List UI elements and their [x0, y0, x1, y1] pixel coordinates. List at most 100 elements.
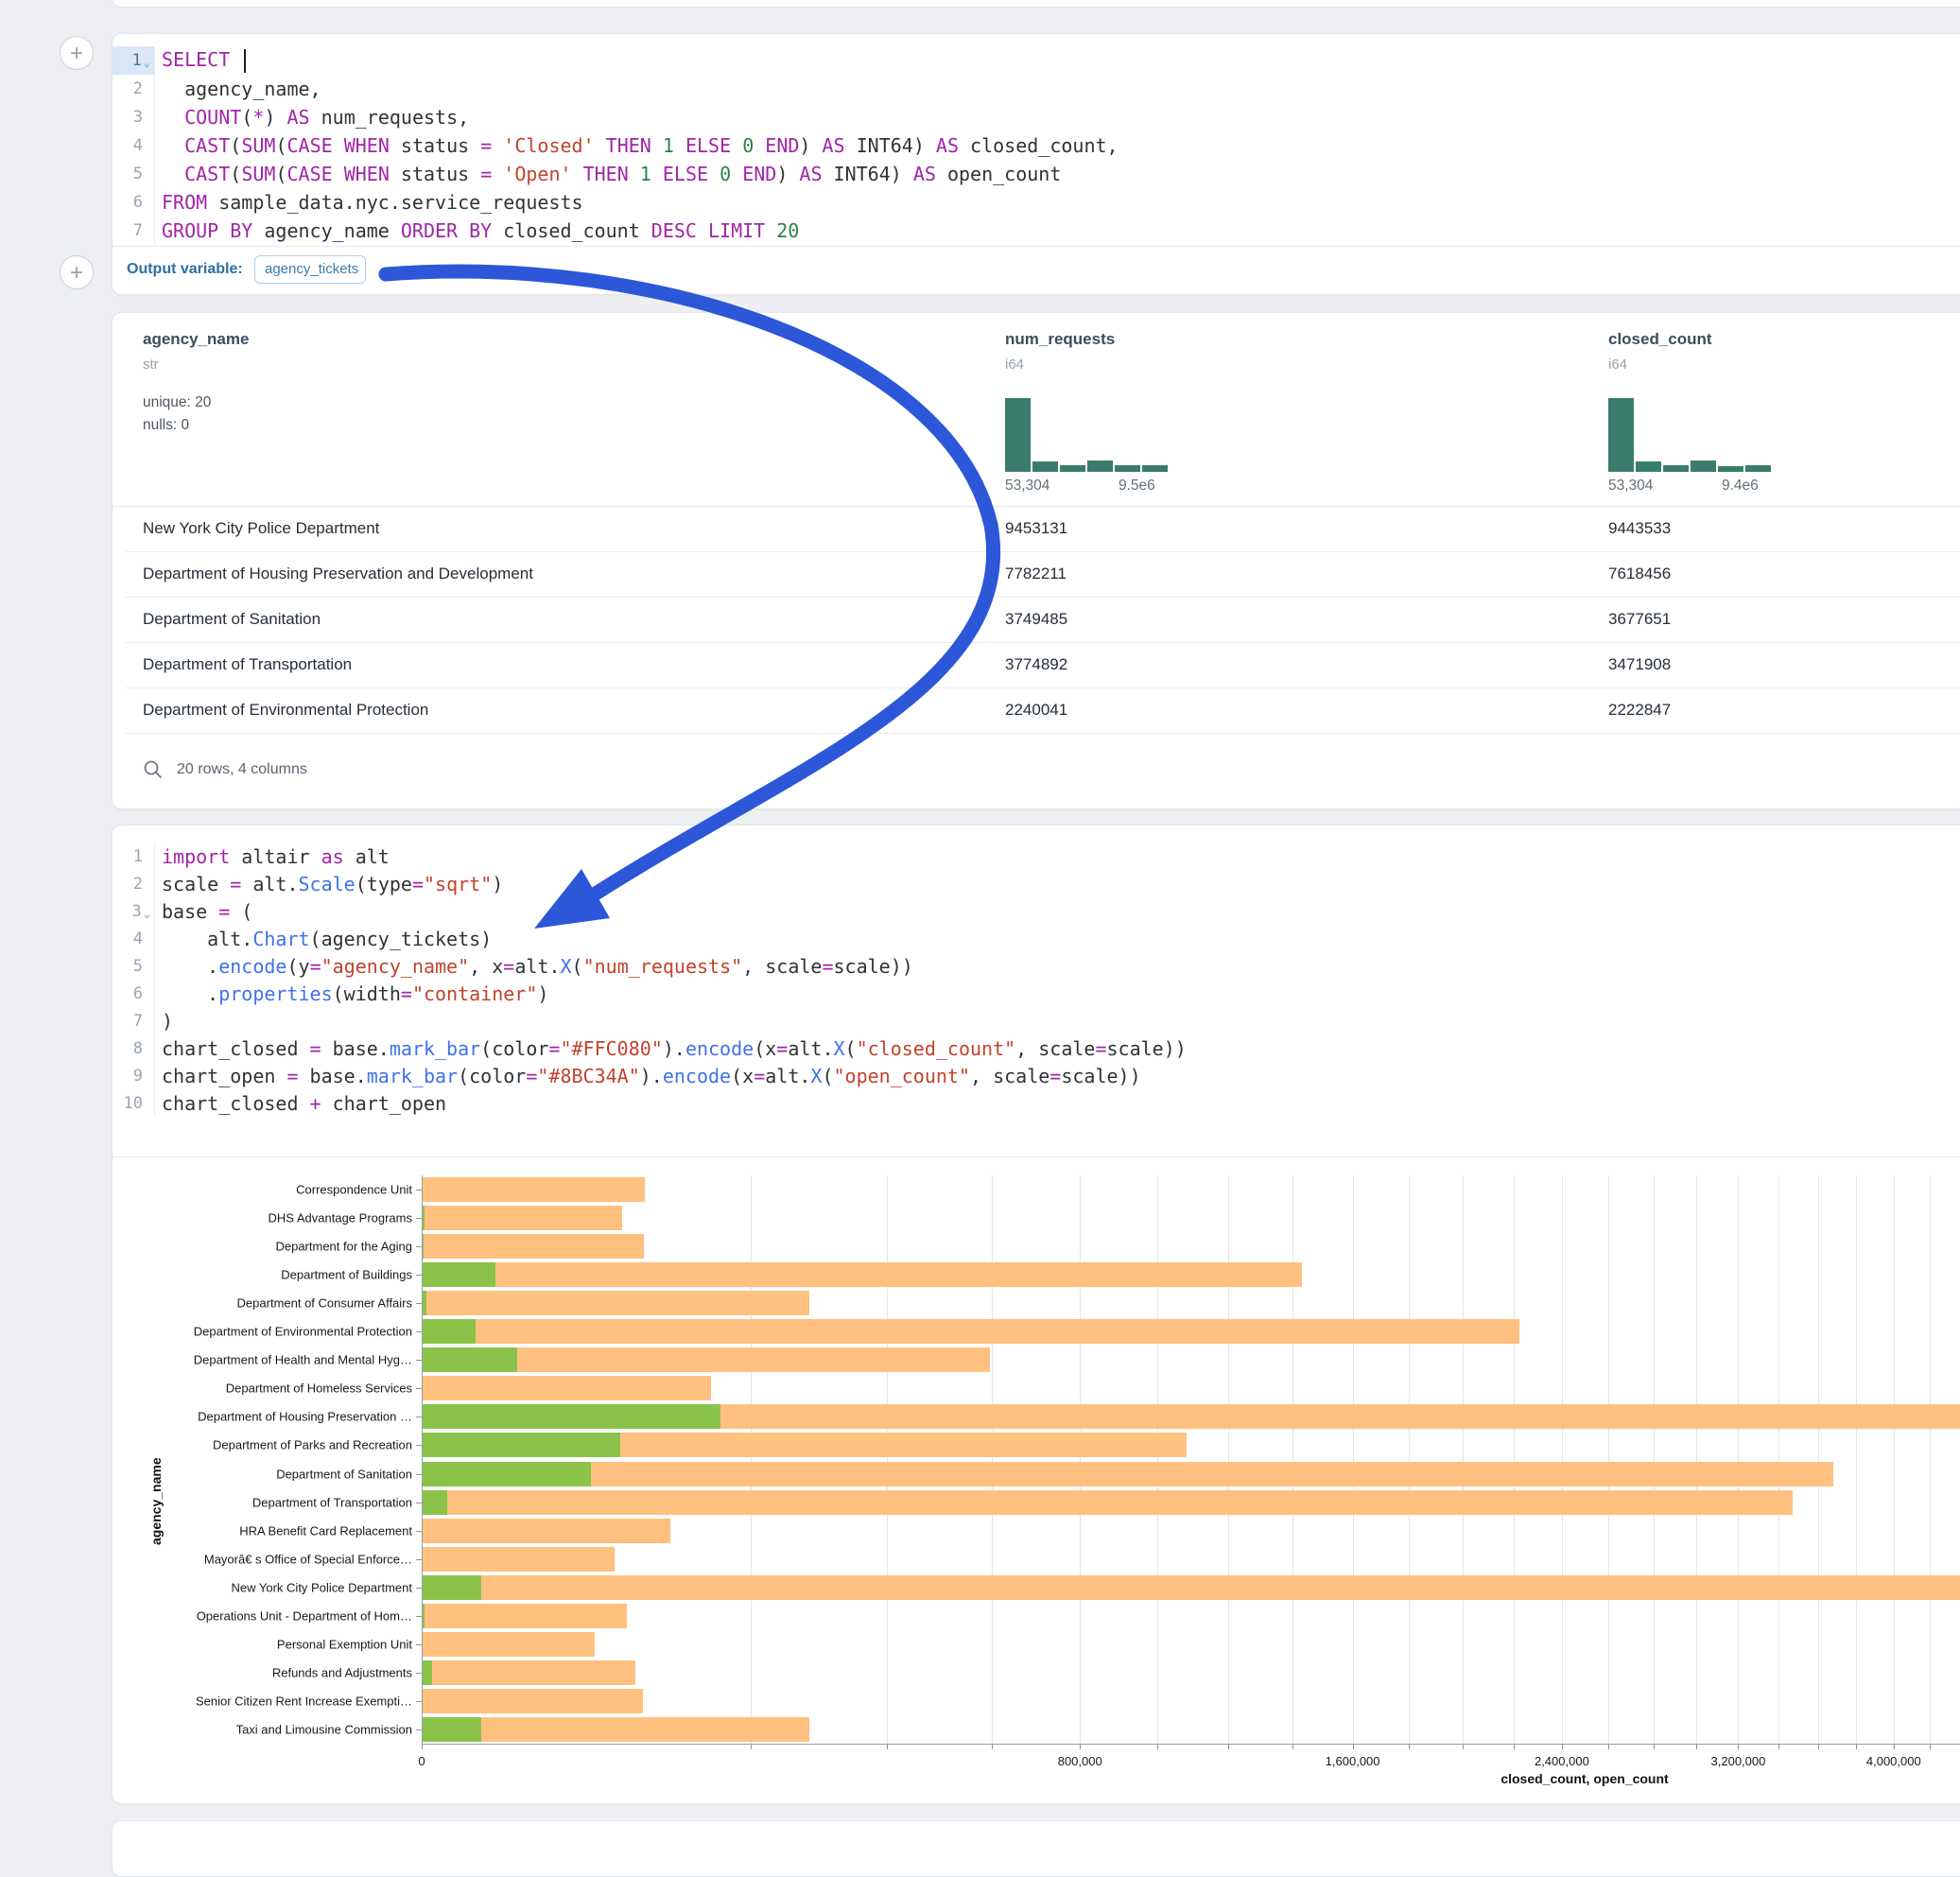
column-header-agency-name[interactable]: agency_name	[143, 330, 249, 349]
fold-chevron-down-icon[interactable]: ⌄	[144, 56, 150, 69]
closed-count-bar	[423, 1490, 1793, 1515]
line-number: 3⌄	[113, 897, 155, 925]
code-line-4[interactable]: 4 CAST(SUM(CASE WHEN status = 'Closed' T…	[113, 131, 1960, 160]
open-count-bar	[423, 1575, 481, 1600]
code-line-1[interactable]: 1import altair as alt	[113, 843, 1960, 870]
code-line-4[interactable]: 4 alt.Chart(agency_tickets)	[113, 925, 1960, 952]
histogram-max-label-closed-count: 9.4e6	[1722, 478, 1759, 495]
y-axis-label: Department of Sanitation	[113, 1467, 412, 1481]
x-gridline	[1894, 1175, 1895, 1744]
line-number: 1	[113, 843, 155, 870]
cell-closed-count: 2222847	[1608, 701, 1671, 720]
code-text: import altair as alt	[155, 845, 390, 868]
histogram-bar	[1087, 461, 1113, 472]
column-header-num-requests[interactable]: num_requests	[1005, 330, 1115, 349]
closed-count-bar	[423, 1319, 1519, 1344]
text-cursor	[244, 49, 246, 73]
y-axis-label: Senior Citizen Rent Increase Exempti…	[113, 1694, 412, 1708]
open-count-bar	[423, 1462, 591, 1486]
code-text: CAST(SUM(CASE WHEN status = 'Open' THEN …	[155, 163, 1061, 185]
code-line-7[interactable]: 7GROUP BY agency_name ORDER BY closed_co…	[113, 217, 1960, 245]
add-cell-button-below-sql[interactable]: +	[60, 255, 94, 289]
x-gridline	[1818, 1175, 1819, 1744]
code-line-8[interactable]: 8chart_closed = base.mark_bar(color="#FF…	[113, 1034, 1960, 1062]
histogram-bar	[1032, 461, 1058, 472]
column-header-closed-count[interactable]: closed_count	[1608, 330, 1712, 349]
cell-num-requests: 3749485	[1005, 610, 1067, 629]
open-count-bar	[423, 1319, 476, 1344]
line-number: 8	[113, 1034, 155, 1062]
x-gridline	[1353, 1175, 1354, 1744]
x-gridline	[1778, 1175, 1779, 1744]
row-separator	[126, 597, 1960, 598]
line-number: 2	[113, 870, 155, 897]
cell-agency-name: Department of Environmental Protection	[143, 701, 428, 720]
open-count-bar	[423, 1347, 517, 1372]
histogram-min-label-num-requests: 53,304	[1005, 478, 1049, 495]
code-line-5[interactable]: 5 .encode(y="agency_name", x=alt.X("num_…	[113, 952, 1960, 980]
histogram-bar	[1060, 465, 1085, 472]
output-variable-label: Output variable:	[127, 261, 243, 278]
x-axis-tick-label: 1,600,000	[1326, 1754, 1380, 1768]
code-line-7[interactable]: 7)	[113, 1007, 1960, 1034]
column-stat-nulls: nulls: 0	[143, 417, 189, 434]
histogram-bar	[1745, 465, 1771, 472]
histogram-bar	[1115, 465, 1140, 472]
add-cell-button-top[interactable]: +	[60, 36, 94, 70]
y-axis-label: Department of Consumer Affairs	[113, 1296, 412, 1311]
closed-count-bar	[423, 1689, 643, 1713]
code-line-10[interactable]: 10chart_closed + chart_open	[113, 1089, 1960, 1117]
code-line-2[interactable]: 2scale = alt.Scale(type="sqrt")	[113, 870, 1960, 897]
code-text: chart_closed = base.mark_bar(color="#FFC…	[155, 1037, 1187, 1060]
code-text: base = (	[155, 900, 252, 923]
column-type-closed-count: i64	[1608, 356, 1627, 373]
histogram-bar	[1663, 465, 1689, 472]
open-count-bar	[423, 1404, 720, 1429]
y-axis-label: Department of Housing Preservation …	[113, 1410, 412, 1424]
line-number: 10	[113, 1089, 155, 1117]
search-icon[interactable]	[143, 759, 164, 780]
y-axis-label: Department for the Aging	[113, 1240, 412, 1254]
x-axis-tick-label: 4,000,000	[1866, 1754, 1921, 1768]
code-line-6[interactable]: 6 .properties(width="container")	[113, 980, 1960, 1007]
sql-code-editor[interactable]: 1⌄SELECT 2 agency_name,3 COUNT(*) AS num…	[113, 46, 1960, 245]
code-line-9[interactable]: 9chart_open = base.mark_bar(color="#8BC3…	[113, 1062, 1960, 1089]
y-axis-label: Correspondence Unit	[113, 1183, 412, 1197]
cell-agency-name: New York City Police Department	[143, 519, 379, 538]
code-line-2[interactable]: 2 agency_name,	[113, 75, 1960, 103]
code-line-5[interactable]: 5 CAST(SUM(CASE WHEN status = 'Open' THE…	[113, 160, 1960, 188]
closed-count-bar	[423, 1291, 809, 1315]
code-line-6[interactable]: 6FROM sample_data.nyc.service_requests	[113, 188, 1960, 217]
x-axis-tick-label: 3,200,000	[1711, 1754, 1766, 1768]
code-text: GROUP BY agency_name ORDER BY closed_cou…	[155, 219, 799, 242]
code-text: chart_closed + chart_open	[155, 1092, 446, 1115]
open-count-bar	[423, 1660, 432, 1685]
histogram-closed-count	[1608, 398, 1771, 472]
column-type-agency-name: str	[143, 356, 159, 373]
python-code-editor[interactable]: 1import altair as alt2scale = alt.Scale(…	[113, 843, 1960, 1117]
table-row-count: 20 rows, 4 columns	[177, 761, 307, 778]
line-number: 6	[113, 980, 155, 1007]
closed-count-bar	[423, 1462, 1833, 1486]
x-gridline	[1856, 1175, 1857, 1744]
code-line-3[interactable]: 3 COUNT(*) AS num_requests,	[113, 103, 1960, 131]
output-variable-chip[interactable]: agency_tickets	[254, 255, 366, 284]
closed-count-bar	[423, 1376, 711, 1400]
column-type-num-requests: i64	[1005, 356, 1024, 373]
line-number: 3	[113, 103, 155, 131]
python-cell[interactable]: 1import altair as alt2scale = alt.Scale(…	[112, 825, 1960, 1804]
cell-num-requests: 7782211	[1005, 565, 1067, 583]
x-gridline	[1080, 1175, 1081, 1744]
closed-count-bar	[423, 1660, 635, 1685]
y-axis-label: Operations Unit - Department of Hom…	[113, 1608, 412, 1623]
x-gridline	[1654, 1175, 1655, 1744]
sql-cell[interactable]: 1⌄SELECT 2 agency_name,3 COUNT(*) AS num…	[112, 33, 1960, 295]
fold-chevron-down-icon[interactable]: ⌄	[144, 907, 150, 920]
x-gridline	[1608, 1175, 1609, 1744]
line-number: 2	[113, 75, 155, 103]
code-line-3[interactable]: 3⌄base = (	[113, 897, 1960, 925]
code-line-1[interactable]: 1⌄SELECT	[113, 46, 1960, 75]
line-number: 5	[113, 952, 155, 980]
line-number: 1⌄	[113, 46, 155, 75]
histogram-min-label-closed-count: 53,304	[1608, 478, 1653, 495]
